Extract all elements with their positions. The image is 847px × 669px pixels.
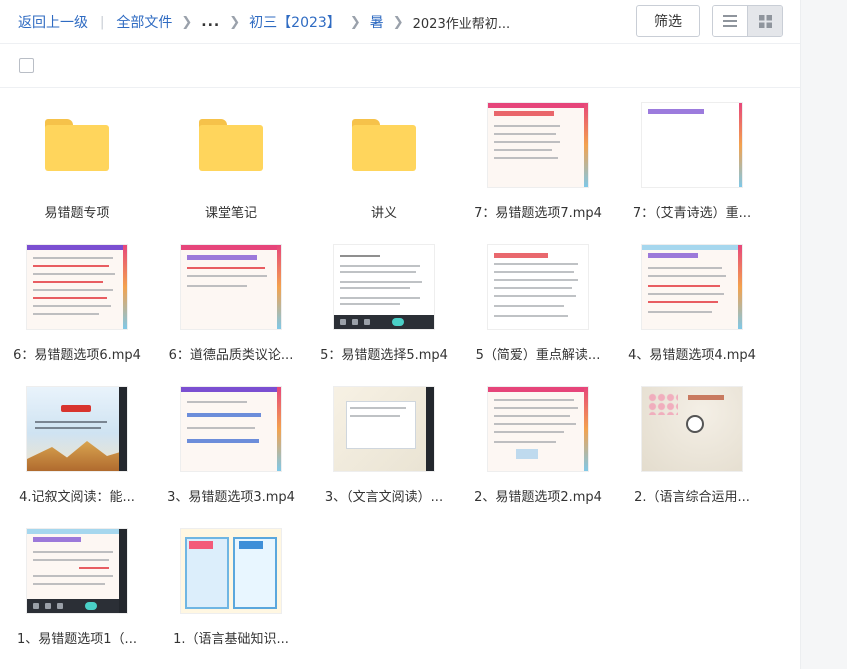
chevron-right-icon: ❯ bbox=[349, 14, 361, 30]
video-thumbnail bbox=[26, 386, 128, 472]
video-thumbnail bbox=[333, 244, 435, 330]
chevron-right-icon: ❯ bbox=[229, 14, 241, 30]
file-item-video[interactable]: 5（简爱）重点解读... bbox=[461, 236, 615, 376]
file-item-video[interactable]: 6：道德品质类议论... bbox=[154, 236, 308, 376]
video-thumbnail bbox=[180, 244, 282, 330]
file-item-folder[interactable]: 课堂笔记 bbox=[154, 94, 308, 234]
video-thumbnail bbox=[641, 244, 743, 330]
file-name: 3、易错题选项3.mp4 bbox=[167, 490, 295, 505]
breadcrumb-current: 2023作业帮初... bbox=[412, 16, 511, 32]
video-thumbnail bbox=[487, 244, 589, 330]
video-thumbnail bbox=[487, 386, 589, 472]
file-item-folder[interactable]: 易错题专项 bbox=[0, 94, 154, 234]
file-name: 4、易错题选项4.mp4 bbox=[628, 348, 756, 363]
file-item-folder[interactable]: 讲义 bbox=[307, 94, 461, 234]
breadcrumb: 返回上一级 | 全部文件 ❯ ... ❯ 初三【2023】 ❯ 暑 ❯ 2023… bbox=[18, 12, 510, 32]
file-name: 3、（文言文阅读）... bbox=[324, 490, 444, 505]
file-name: 7：（艾青诗选）重... bbox=[632, 206, 752, 221]
select-all-checkbox[interactable] bbox=[19, 58, 34, 73]
list-view-button[interactable] bbox=[713, 6, 747, 36]
file-name: 2、易错题选项2.mp4 bbox=[474, 490, 602, 505]
file-name: 易错题专项 bbox=[44, 206, 110, 221]
video-thumbnail bbox=[180, 528, 282, 614]
video-thumbnail bbox=[641, 386, 743, 472]
grid-icon bbox=[758, 14, 772, 28]
filter-button[interactable]: 筛选 bbox=[636, 5, 700, 37]
file-item-video[interactable]: 2、易错题选项2.mp4 bbox=[461, 378, 615, 518]
file-name: 2.（语言综合运用... bbox=[634, 490, 750, 505]
file-name: 4.记叙文阅读：能... bbox=[19, 490, 135, 505]
video-thumbnail bbox=[333, 386, 435, 472]
file-browser-panel: 返回上一级 | 全部文件 ❯ ... ❯ 初三【2023】 ❯ 暑 ❯ 2023… bbox=[0, 0, 800, 669]
file-item-video[interactable]: 4、易错题选项4.mp4 bbox=[615, 236, 769, 376]
back-link[interactable]: 返回上一级 bbox=[18, 12, 88, 32]
vertical-scrollbar[interactable] bbox=[800, 0, 847, 669]
file-name: 6：道德品质类议论... bbox=[168, 348, 294, 363]
select-all-row bbox=[0, 44, 800, 88]
breadcrumb-ellipsis[interactable]: ... bbox=[201, 14, 220, 30]
chevron-right-icon: ❯ bbox=[181, 14, 193, 30]
folder-icon bbox=[45, 119, 109, 171]
video-thumbnail bbox=[641, 102, 743, 188]
file-name: 1.（语言基础知识... bbox=[173, 632, 289, 647]
file-item-video[interactable]: 3、易错题选项3.mp4 bbox=[154, 378, 308, 518]
file-item-video[interactable]: 3、（文言文阅读）... bbox=[307, 378, 461, 518]
file-item-video[interactable]: 1、易错题选项1（... bbox=[0, 520, 154, 660]
file-item-video[interactable]: 5：易错题选择5.mp4 bbox=[307, 236, 461, 376]
video-thumbnail bbox=[26, 244, 128, 330]
file-item-video[interactable]: 4.记叙文阅读：能... bbox=[0, 378, 154, 518]
file-item-video[interactable]: 7：易错题选项7.mp4 bbox=[461, 94, 615, 234]
file-name: 7：易错题选项7.mp4 bbox=[474, 206, 602, 221]
file-item-video[interactable]: 6：易错题选项6.mp4 bbox=[0, 236, 154, 376]
grid-view-button[interactable] bbox=[747, 6, 782, 36]
breadcrumb-level1-link[interactable]: 初三【2023】 bbox=[249, 12, 341, 32]
video-thumbnail bbox=[26, 528, 128, 614]
file-item-video[interactable]: 7：（艾青诗选）重... bbox=[615, 94, 769, 234]
file-item-video[interactable]: 2.（语言综合运用... bbox=[615, 378, 769, 518]
list-icon bbox=[723, 15, 737, 27]
file-name: 课堂笔记 bbox=[204, 206, 257, 221]
file-name: 讲义 bbox=[370, 206, 397, 221]
file-name: 5：易错题选择5.mp4 bbox=[320, 348, 448, 363]
all-files-link[interactable]: 全部文件 bbox=[116, 12, 172, 32]
separator-bar: | bbox=[100, 14, 105, 30]
breadcrumb-level2-link[interactable]: 暑 bbox=[370, 12, 384, 32]
file-name: 5（简爱）重点解读... bbox=[475, 348, 601, 363]
file-name: 1、易错题选项1（... bbox=[17, 632, 137, 647]
video-thumbnail bbox=[487, 102, 589, 188]
folder-icon bbox=[352, 119, 416, 171]
file-name: 6：易错题选项6.mp4 bbox=[13, 348, 141, 363]
video-thumbnail bbox=[180, 386, 282, 472]
file-item-video[interactable]: 1.（语言基础知识... bbox=[154, 520, 308, 660]
view-mode-toggle bbox=[712, 5, 783, 37]
folder-icon bbox=[199, 119, 263, 171]
chevron-right-icon: ❯ bbox=[392, 14, 404, 30]
top-bar: 返回上一级 | 全部文件 ❯ ... ❯ 初三【2023】 ❯ 暑 ❯ 2023… bbox=[0, 0, 800, 44]
